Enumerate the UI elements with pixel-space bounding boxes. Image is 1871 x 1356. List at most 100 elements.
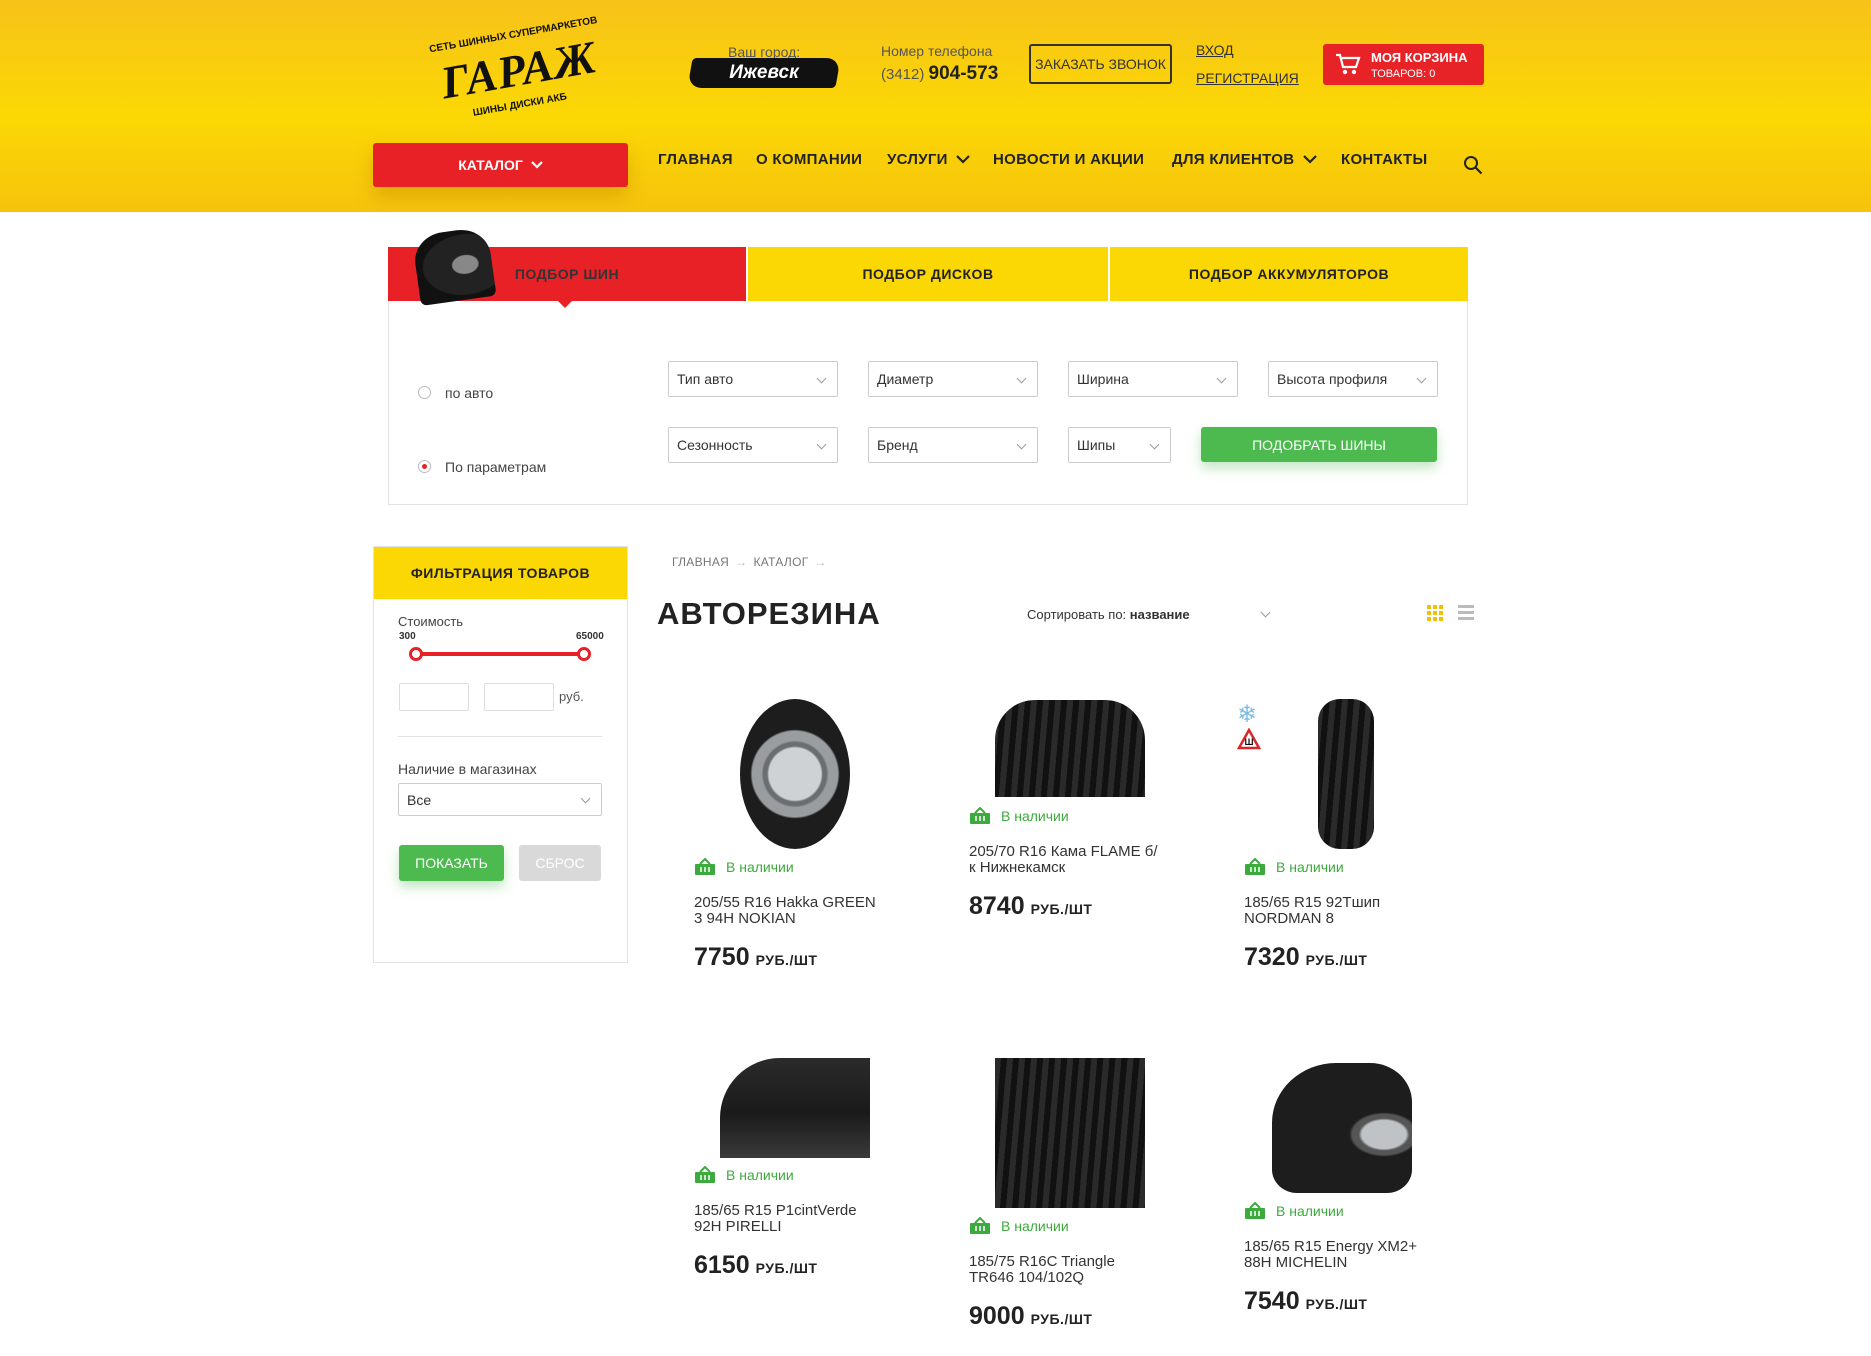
product-name[interactable]: 205/70 R16 Кама FLAME б/к Нижнекамск (969, 844, 1184, 876)
chevron-down-icon (1149, 439, 1160, 450)
tab-tyres[interactable]: ПОДБОР ШИН (388, 226, 746, 308)
chevron-down-icon[interactable] (1260, 607, 1271, 618)
nav-item-contacts[interactable]: КОНТАКТЫ (1341, 151, 1427, 168)
search-icon[interactable] (1463, 155, 1483, 175)
availability-label: Наличие в магазинах (398, 761, 537, 777)
catalog-button[interactable]: КАТАЛОГ (373, 143, 628, 187)
product-name-line-1: 185/75 R16C Triangle (969, 1253, 1115, 1270)
breadcrumb-catalog[interactable]: КАТАЛОГ (753, 555, 808, 569)
select-vehicle-type[interactable]: Тип авто (668, 361, 838, 397)
radio-by-params-label: По параметрам (445, 459, 547, 475)
select-profile-height[interactable]: Высота профиля (1268, 361, 1438, 397)
selector-tabs: ПОДБОР ШИН ПОДБОР ДИСКОВ ПОДБОР АККУМУЛЯ… (388, 226, 1468, 308)
arrow-right-icon: → (814, 555, 827, 569)
price-range-track (416, 652, 584, 656)
select-vehicle-type-value: Тип авто (677, 371, 734, 387)
availability-select[interactable]: Все (398, 783, 602, 816)
select-season[interactable]: Сезонность (668, 427, 838, 463)
product-price: 7540 РУБ./ШТ (1244, 1287, 1367, 1316)
product-image[interactable] (1318, 699, 1374, 849)
availability-text: В наличии (1001, 808, 1069, 824)
nav-item-news[interactable]: НОВОСТИ И АКЦИИ (993, 151, 1144, 168)
page-title: АВТОРЕЗИНА (657, 596, 881, 631)
product-image[interactable] (1272, 1063, 1412, 1193)
product-name[interactable]: 185/75 R16C Triangle TR646 104/102Q (969, 1254, 1184, 1286)
product-name-line-1: 185/65 R15 P1cintVerde (694, 1202, 857, 1219)
cart-button[interactable]: МОЯ КОРЗИНА ТОВАРОВ: 0 (1323, 44, 1484, 85)
register-link[interactable]: РЕГИСТРАЦИЯ (1196, 70, 1299, 86)
select-brand-value: Бренд (877, 437, 918, 453)
nav-item-clients[interactable]: ДЛЯ КЛИЕНТОВ (1172, 151, 1317, 168)
price-value: 9000 (969, 1302, 1025, 1330)
basket-icon (1245, 1202, 1265, 1219)
product-image[interactable] (740, 699, 850, 849)
nav-item-home[interactable]: ГЛАВНАЯ (658, 151, 733, 168)
nav-item-services[interactable]: УСЛУГИ (887, 151, 970, 168)
tab-batteries[interactable]: ПОДБОР АККУМУЛЯТОРОВ (1110, 247, 1468, 301)
tab-disks[interactable]: ПОДБОР ДИСКОВ (748, 247, 1108, 301)
callback-button[interactable]: ЗАКАЗАТЬ ЗВОНОК (1029, 44, 1172, 84)
radio-by-params[interactable] (418, 460, 431, 473)
product-name-line-2: NORDMAN 8 (1244, 910, 1335, 927)
product-name[interactable]: 185/65 R15 92Тшип NORDMAN 8 (1244, 895, 1459, 927)
filter-sidebar-title: ФИЛЬТРАЦИЯ ТОВАРОВ (374, 547, 627, 599)
chevron-down-icon (1303, 155, 1317, 164)
price-range-min: 300 (399, 631, 416, 642)
product-image[interactable] (720, 1058, 870, 1158)
availability-text: В наличии (1276, 859, 1344, 875)
login-link[interactable]: ВХОД (1196, 42, 1234, 58)
product-price: 7320 РУБ./ШТ (1244, 943, 1367, 972)
list-view-icon[interactable] (1458, 605, 1474, 621)
pick-tyres-button[interactable]: ПОДОБРАТЬ ШИНЫ (1201, 427, 1437, 462)
price-value: 7320 (1244, 943, 1300, 971)
breadcrumb-home[interactable]: ГЛАВНАЯ (672, 555, 729, 569)
price-unit: РУБ./ШТ (755, 1260, 818, 1276)
price-to-input[interactable] (484, 683, 554, 711)
chevron-down-icon (580, 793, 591, 804)
price-value: 7750 (694, 943, 750, 971)
sidebar-divider (398, 736, 602, 737)
product-name[interactable]: 185/65 R15 Energy XM2+ 88H MICHELIN (1244, 1239, 1459, 1271)
city-selector[interactable]: Ижевск (690, 62, 838, 84)
select-brand[interactable]: Бренд (868, 427, 1038, 463)
grid-view-icon[interactable] (1427, 605, 1443, 621)
select-diameter-value: Диаметр (877, 371, 934, 387)
tyre-image (411, 226, 497, 306)
product-name-line-2: 3 94H NOKIAN (694, 910, 796, 927)
sort-control[interactable]: Сортировать по: название (1027, 607, 1190, 622)
availability-text: В наличии (726, 1167, 794, 1183)
phone-number[interactable]: (3412) 904-573 (881, 63, 998, 85)
site-logo[interactable]: СЕТЬ ШИННЫХ СУПЕРМАРКЕТОВ ГАРАЖ ШИНЫ ДИС… (420, 8, 600, 133)
basket-icon (970, 807, 990, 824)
availability-text: В наличии (1276, 1203, 1344, 1219)
price-value: 8740 (969, 892, 1025, 920)
price-value: 6150 (694, 1251, 750, 1279)
nav-item-about[interactable]: О КОМПАНИИ (756, 151, 862, 168)
availability-status: В наличии (969, 807, 1069, 825)
product-image[interactable] (995, 700, 1145, 797)
select-diameter[interactable]: Диаметр (868, 361, 1038, 397)
price-from-input[interactable] (399, 683, 469, 711)
product-name-line-1: 205/55 R16 Hakka GREEN (694, 894, 876, 911)
radio-by-auto[interactable] (418, 386, 431, 399)
cart-title: МОЯ КОРЗИНА (1371, 50, 1468, 65)
select-season-value: Сезонность (677, 437, 753, 453)
nav-item-clients-label: ДЛЯ КЛИЕНТОВ (1172, 151, 1295, 168)
catalog-label: КАТАЛОГ (458, 157, 523, 173)
tab-tyres-label: ПОДБОР ШИН (514, 266, 620, 282)
chevron-down-icon (956, 155, 970, 164)
show-button[interactable]: ПОКАЗАТЬ (399, 845, 504, 881)
sort-label: Сортировать по: (1027, 607, 1127, 622)
product-image[interactable] (995, 1058, 1145, 1208)
price-range-min-handle[interactable] (409, 647, 423, 661)
select-spikes-value: Шипы (1077, 437, 1116, 453)
product-name[interactable]: 205/55 R16 Hakka GREEN 3 94H NOKIAN (694, 895, 909, 927)
select-width[interactable]: Ширина (1068, 361, 1238, 397)
reset-button[interactable]: СБРОС (519, 845, 601, 881)
product-name[interactable]: 185/65 R15 P1cintVerde 92H PIRELLI (694, 1203, 909, 1235)
nav-item-services-label: УСЛУГИ (887, 151, 948, 168)
phone-code: (3412) (881, 66, 925, 83)
price-range-max-handle[interactable] (577, 647, 591, 661)
chevron-down-icon (1216, 373, 1227, 384)
select-spikes[interactable]: Шипы (1068, 427, 1171, 463)
